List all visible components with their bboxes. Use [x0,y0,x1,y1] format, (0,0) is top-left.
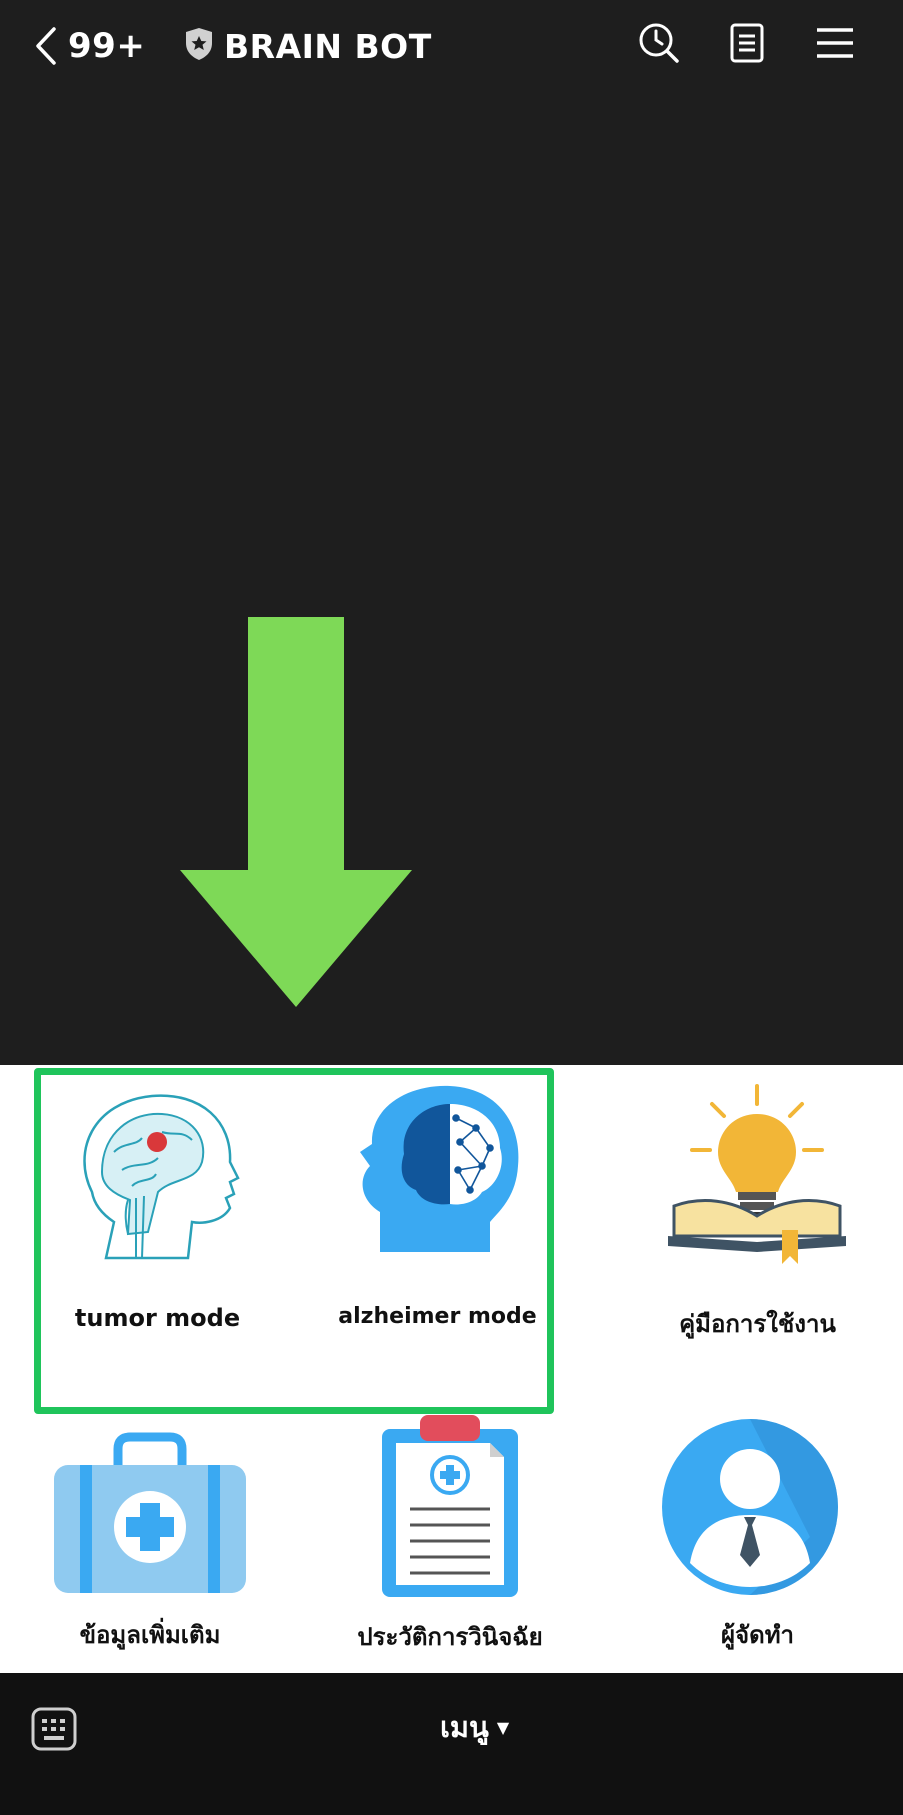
user-guide-label: คู่มือการใช้งาน [679,1310,836,1338]
bottom-bar: เมนู ▼ [0,1673,903,1815]
diagnosis-history-button[interactable]: ประวัติการวินิจฉัย [330,1415,570,1665]
brain-tumor-icon [62,1082,262,1276]
keyboard-icon [30,1707,78,1756]
chat-header: 99+ BRAIN BOT [0,0,903,90]
user-avatar-icon [660,1417,840,1601]
chat-title-group[interactable]: BRAIN BOT [184,22,432,70]
chat-message-area [0,90,903,1065]
user-guide-button[interactable]: คู่มือการใช้งาน [640,1068,875,1338]
rich-menu: tumor mode alzheimer mode คู่มือการใช้งา… [0,1065,903,1673]
creator-button[interactable]: ผู้จัดทำ [640,1415,875,1665]
clipboard-icon [380,1409,520,1603]
medical-kit-icon [50,1425,250,1599]
notes-button[interactable] [724,22,770,68]
lightbulb-book-icon [662,1080,852,1274]
tumor-mode-button[interactable]: tumor mode [40,1068,275,1338]
caret-down-icon: ▼ [496,1717,510,1737]
more-info-button[interactable]: ข้อมูลเพิ่มเติม [30,1415,270,1665]
back-chevron-icon [34,26,58,66]
alzheimer-mode-button[interactable]: alzheimer mode [320,1068,555,1338]
search-history-icon [637,21,681,69]
chat-title: BRAIN BOT [224,26,432,66]
brain-network-icon [350,1082,530,1276]
search-history-button[interactable] [636,22,682,68]
menu-button[interactable] [812,22,858,68]
hamburger-menu-icon [815,26,855,64]
back-button[interactable]: 99+ [34,22,154,70]
notes-icon [729,22,765,68]
unread-count: 99+ [68,26,146,66]
chat-screen: 99+ BRAIN BOT tumor mode alzheimer mode … [0,0,903,1815]
down-arrow-icon [180,617,412,1007]
menu-toggle-label: เมนู [440,1710,489,1744]
alzheimer-mode-label: alzheimer mode [338,1304,537,1329]
creator-label: ผู้จัดทำ [720,1621,794,1649]
keyboard-button[interactable] [30,1706,78,1752]
rich-menu-toggle[interactable]: เมนู ▼ [440,1697,509,1757]
tumor-mode-label: tumor mode [74,1304,241,1332]
shield-star-icon [184,27,214,65]
more-info-label: ข้อมูลเพิ่มเติม [79,1621,221,1649]
diagnosis-history-label: ประวัติการวินิจฉัย [357,1623,543,1651]
